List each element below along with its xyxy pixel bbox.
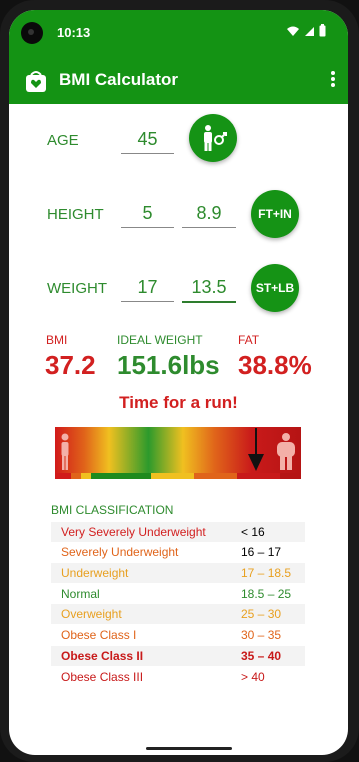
app-title: BMI Calculator: [59, 70, 179, 89]
classification-name: Underweight: [61, 566, 129, 580]
fat-label: FAT: [238, 333, 260, 347]
classification-name: Overweight: [61, 607, 122, 621]
classification-name: Obese Class I: [61, 628, 137, 642]
status-icons: [286, 24, 326, 37]
weight-stone-input[interactable]: 17: [121, 275, 174, 302]
height-label: HEIGHT: [47, 206, 104, 223]
signal-icon: [305, 26, 314, 36]
bmi-gauge: [55, 427, 301, 479]
wifi-icon: [287, 26, 299, 36]
ideal-weight-value: 151.6lbs: [117, 350, 220, 380]
classification-range: 17 – 18.5: [241, 566, 292, 580]
person-male-icon: [204, 125, 227, 151]
height-unit-button[interactable]: FT+IN: [251, 190, 299, 238]
age-input[interactable]: 45: [121, 127, 174, 154]
classification-title: BMI CLASSIFICATION: [51, 503, 174, 517]
height-feet-input[interactable]: 5: [121, 201, 174, 228]
thin-person-icon: [61, 433, 69, 470]
classification-row-current: Obese Class II 35 – 40: [51, 646, 305, 666]
classification-range: 16 – 17: [241, 545, 282, 559]
bmi-value: 37.2: [45, 350, 96, 380]
classification-range: < 16: [241, 525, 265, 539]
bmi-indicator-arrow-icon: [248, 428, 264, 471]
classification-range: 35 – 40: [241, 649, 282, 663]
classification-row: Very Severely Underweight < 16: [51, 522, 305, 542]
classification-name: Severely Underweight: [61, 545, 179, 559]
classification-row: Severely Underweight 16 – 17: [51, 542, 305, 562]
advice-message: Time for a run!: [119, 393, 238, 412]
classification-row: Overweight 25 – 30: [51, 604, 305, 624]
classification-range: 30 – 35: [241, 628, 282, 642]
bmi-label: BMI: [46, 333, 68, 347]
camera-cutout: [21, 22, 43, 44]
classification-range: 18.5 – 25: [241, 587, 292, 601]
ideal-weight-label: IDEAL WEIGHT: [117, 333, 203, 347]
classification-row: Obese Class III > 40: [51, 667, 305, 687]
classification-row: Underweight 17 – 18.5: [51, 563, 305, 583]
age-label: AGE: [47, 132, 79, 149]
fat-value: 38.8%: [238, 350, 312, 380]
app-bar: BMI Calculator: [9, 58, 348, 104]
classification-name: Normal: [61, 587, 100, 601]
status-time: 10:13: [57, 25, 91, 40]
weight-pounds-input[interactable]: 13.5: [182, 275, 236, 303]
height-inches-input[interactable]: 8.9: [182, 201, 236, 228]
weight-unit-button[interactable]: ST+LB: [251, 264, 299, 312]
classification-range: > 40: [241, 670, 265, 684]
weight-label: WEIGHT: [47, 280, 107, 297]
more-options-icon[interactable]: [330, 70, 336, 88]
status-bar: 10:13: [9, 10, 348, 58]
heavy-person-icon: [277, 433, 295, 470]
classification-name: Obese Class II: [61, 649, 144, 663]
classification-range: 25 – 30: [241, 607, 282, 621]
battery-icon: [319, 24, 326, 37]
gesture-nav-bar[interactable]: [146, 747, 232, 750]
app-logo-icon: [26, 71, 46, 92]
classification-row: Normal 18.5 – 25: [51, 584, 305, 604]
classification-row: Obese Class I 30 – 35: [51, 625, 305, 645]
classification-name: Obese Class III: [61, 670, 144, 684]
gender-toggle-button[interactable]: [189, 114, 237, 162]
gauge-category-strip: [55, 473, 301, 479]
classification-name: Very Severely Underweight: [61, 525, 206, 539]
phone-frame: 10:13 BMI Calculator AGE 45 HEIGHT 5 8.9…: [0, 0, 359, 762]
screen: 10:13 BMI Calculator AGE 45 HEIGHT 5 8.9…: [9, 10, 348, 755]
